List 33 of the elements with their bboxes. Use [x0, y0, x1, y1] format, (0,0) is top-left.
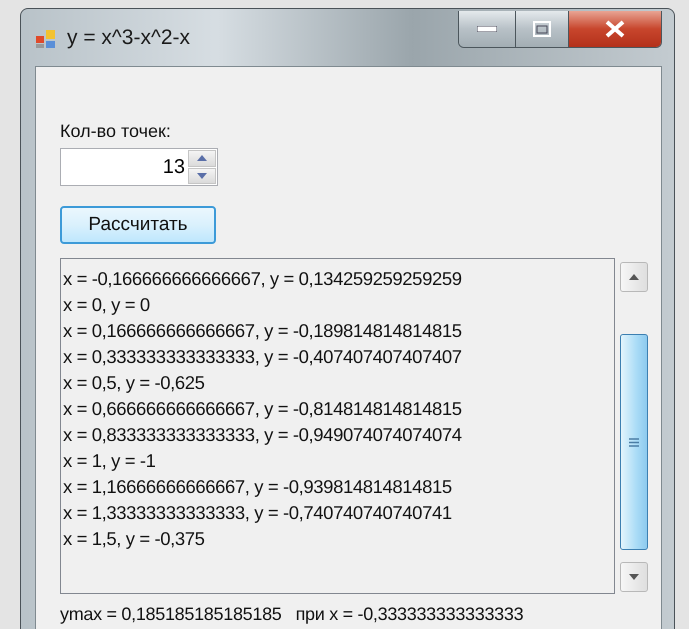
spin-down-button[interactable] [188, 168, 216, 184]
up-arrow-icon [197, 155, 207, 162]
result-line: x = 0,666666666666667, y = -0,814814814814815 [63, 397, 463, 421]
scroll-up-button[interactable] [620, 262, 648, 292]
maximize-button[interactable] [515, 11, 568, 47]
down-arrow-icon [197, 172, 207, 179]
result-line: x = 0, y = 0 [63, 293, 151, 317]
app-icon [35, 28, 57, 50]
result-line: x = 1,16666666666667, y = -0,939814814814815 [63, 475, 453, 499]
scroll-down-button[interactable] [620, 562, 648, 592]
result-line: x = 1, y = -1 [63, 449, 156, 473]
result-line: x = 0,833333333333333, y = -0,949074074074074 [63, 423, 463, 447]
close-button[interactable] [568, 11, 661, 47]
scroll-thumb[interactable] [620, 334, 648, 550]
result-line: x = 1,5, y = -0,375 [63, 527, 206, 551]
minimize-icon [477, 26, 497, 32]
spin-up-button[interactable] [188, 150, 216, 166]
result-line: x = 1,33333333333333, y = -0,740740740740741 [63, 501, 453, 525]
calculate-button[interactable]: Рассчитать [60, 206, 216, 244]
window-title: y = x^3-x^2-x [67, 26, 190, 50]
close-icon [604, 20, 626, 38]
result-line: x = -0,166666666666667, y = 0,134259259259259 [63, 267, 463, 291]
down-arrow-icon [629, 574, 639, 580]
result-line: x = 0,333333333333333, y = -0,407407407407407 [63, 345, 463, 369]
points-label: Кол-во точек: [60, 121, 172, 142]
results-list[interactable] [60, 258, 615, 594]
up-arrow-icon [629, 274, 639, 280]
result-summary: ymax = 0,185185185185185 при x = -0,333333333333333 [60, 604, 524, 625]
result-line: x = 0,166666666666667, y = -0,189814814814815 [63, 319, 463, 343]
result-line: x = 0,5, y = -0,625 [63, 371, 206, 395]
points-field[interactable]: 13 [60, 148, 218, 186]
maximize-icon [533, 21, 551, 37]
grip-icon [629, 438, 639, 446]
